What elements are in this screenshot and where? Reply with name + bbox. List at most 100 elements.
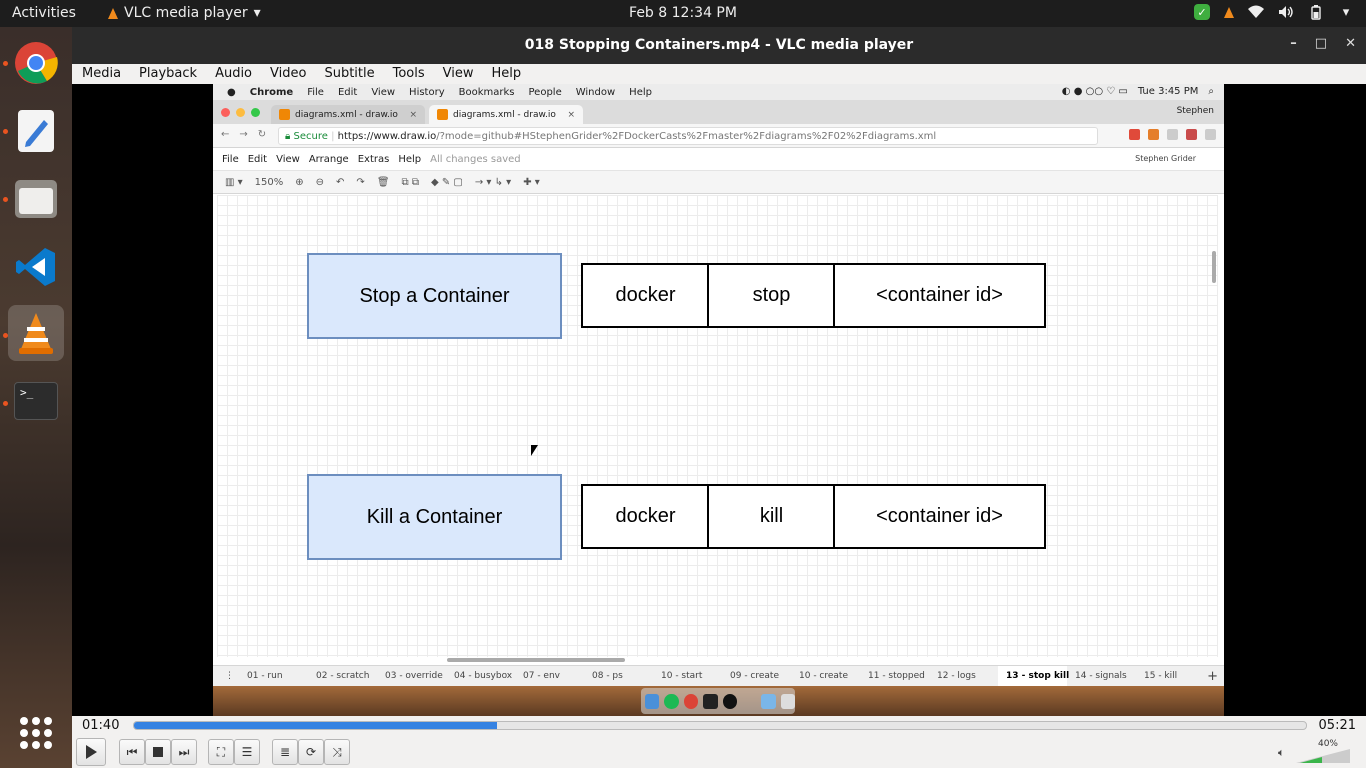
stop-button[interactable] (145, 739, 171, 765)
app-menu[interactable]: VLC media player ▾ (108, 5, 261, 21)
dock: >_ (0, 27, 72, 768)
cell-text: <container id> (876, 505, 1003, 527)
next-button[interactable]: ⏭︎ (171, 739, 197, 765)
vlc-cone-icon[interactable] (1224, 6, 1234, 18)
mac-menu-file: File (307, 86, 324, 98)
page-tab: 14 - signals (1075, 671, 1127, 681)
menu-tools[interactable]: Tools (383, 64, 433, 84)
undo-icon: ↶ (336, 176, 345, 188)
seek-slider[interactable] (133, 721, 1307, 730)
playlist-button[interactable]: ≣ (272, 739, 298, 765)
seek-progress (134, 722, 498, 729)
page-tab: 15 - kill (1144, 671, 1178, 681)
forward-icon: → (239, 129, 248, 140)
terminal-icon[interactable]: >_ (8, 373, 64, 429)
show-applications-icon[interactable] (20, 717, 52, 749)
clock[interactable]: Feb 8 12:34 PM (629, 5, 737, 21)
caret-down-icon[interactable]: ▾ (1338, 4, 1354, 20)
cell-text: <container id> (876, 284, 1003, 306)
activities-button[interactable]: Activities (12, 5, 76, 21)
skip-back-icon: ⏮︎ (126, 744, 138, 759)
extended-settings-button[interactable]: ☰ (234, 739, 260, 765)
mac-menu-chrome: Chrome (249, 86, 294, 98)
speaker-icon[interactable]: 🔈︎ (1278, 746, 1288, 759)
time-elapsed[interactable]: 01:40 (82, 718, 119, 733)
vscode-icon[interactable] (8, 239, 64, 295)
vlc-icon[interactable] (8, 305, 64, 361)
page-tab-active: 13 - stop kill (998, 665, 1069, 687)
drawio-menubar: File Edit View Arrange Extras Help All c… (213, 149, 1224, 169)
vlc-cone-icon (108, 7, 118, 19)
page-tab: 08 - ps (592, 671, 623, 681)
text-editor-icon[interactable] (8, 103, 64, 159)
volume-icon[interactable] (1278, 4, 1294, 20)
page-tab: 10 - start (661, 671, 703, 681)
window-titlebar[interactable]: 018 Stopping Containers.mp4 - VLC media … (72, 27, 1366, 64)
lock-icon: 🔒︎ (285, 131, 291, 142)
loop-button[interactable]: ⟳ (298, 739, 324, 765)
mac-status-icons: ◐ ● ○○ ♡ ▭ (1061, 86, 1128, 97)
chevron-down-icon: ▾ (253, 5, 261, 21)
drawio-icon (279, 109, 290, 120)
page-tab: 12 - logs (937, 671, 976, 681)
wifi-icon[interactable] (1248, 4, 1264, 20)
chrome-tab: diagrams.xml - draw.io × (271, 105, 425, 124)
video-frame: ● Chrome File Edit View History Bookmark… (213, 84, 1224, 716)
maximize-button[interactable]: □ (1315, 36, 1327, 51)
mac-dock-icons (641, 688, 795, 714)
stop-container-node: Stop a Container (307, 253, 562, 339)
command-cell: docker (581, 484, 710, 549)
fullscreen-button[interactable]: ⛶ (208, 739, 234, 765)
command-cell: <container id> (833, 263, 1046, 328)
system-tray[interactable]: ✓ ▾ (1194, 4, 1354, 20)
vertical-scrollbar (1212, 251, 1216, 283)
battery-icon[interactable] (1308, 4, 1324, 20)
time-total[interactable]: 05:21 (1319, 718, 1356, 733)
drawio-user: Stephen Grider (1135, 154, 1196, 163)
drawio-menu-extras: Extras (357, 153, 390, 165)
app-menu-label: VLC media player (124, 5, 248, 21)
menu-view[interactable]: View (433, 64, 482, 84)
previous-button[interactable]: ⏮︎ (119, 739, 145, 765)
drawio-menu-edit: Edit (247, 153, 268, 165)
close-button[interactable]: ✕ (1345, 36, 1356, 51)
cell-text: stop (752, 284, 791, 306)
chrome-toolbar: ← → ↻ 🔒︎ Secure | https://www.draw.io/?m… (213, 124, 1224, 148)
drawio-menu-arrange: Arrange (308, 153, 349, 165)
page-tab: 09 - create (730, 671, 779, 681)
style-icons: ◆ ✎ ▢ (430, 176, 463, 188)
page-tab: 07 - env (523, 671, 560, 681)
menu-help[interactable]: Help (482, 64, 530, 84)
shield-check-icon[interactable]: ✓ (1194, 4, 1210, 20)
page-tab: 01 - run (247, 671, 283, 681)
page-tab: 10 - create (799, 671, 848, 681)
play-button[interactable] (76, 738, 106, 766)
loop-icon: ⟳ (305, 745, 317, 759)
shuffle-button[interactable]: ⤨ (324, 739, 350, 765)
files-icon[interactable] (8, 171, 64, 227)
video-area[interactable]: ● Chrome File Edit View History Bookmark… (72, 84, 1366, 716)
mouse-cursor-icon (531, 445, 538, 456)
mac-dock (213, 686, 1224, 716)
volume-slider[interactable]: 40% (1294, 739, 1354, 765)
chrome-tab-active: diagrams.xml - draw.io × (429, 105, 583, 124)
back-icon: ← (221, 129, 230, 140)
zoom-out-icon: ⊖ (315, 176, 325, 188)
add-page-icon: + (1207, 668, 1218, 684)
minimize-button[interactable]: – (1290, 36, 1297, 51)
mac-menu-bookmarks: Bookmarks (458, 86, 515, 98)
menu-video[interactable]: Video (260, 64, 314, 84)
menu-audio[interactable]: Audio (205, 64, 260, 84)
menu-playback[interactable]: Playback (129, 64, 205, 84)
arrange-icons: ⧉ ⧉ (401, 176, 419, 188)
kill-container-node: Kill a Container (307, 474, 562, 560)
chrome-icon[interactable] (8, 35, 64, 91)
nav-buttons: ← → ↻ (221, 129, 266, 140)
window-title: 018 Stopping Containers.mp4 - VLC media … (524, 37, 914, 53)
menu-subtitle[interactable]: Subtitle (314, 64, 382, 84)
drawio-icon (437, 109, 448, 120)
stop-icon (153, 747, 163, 757)
menu-media[interactable]: Media (72, 64, 129, 84)
command-cell: stop (707, 263, 836, 328)
vlc-menubar: Media Playback Audio Video Subtitle Tool… (72, 64, 1366, 84)
